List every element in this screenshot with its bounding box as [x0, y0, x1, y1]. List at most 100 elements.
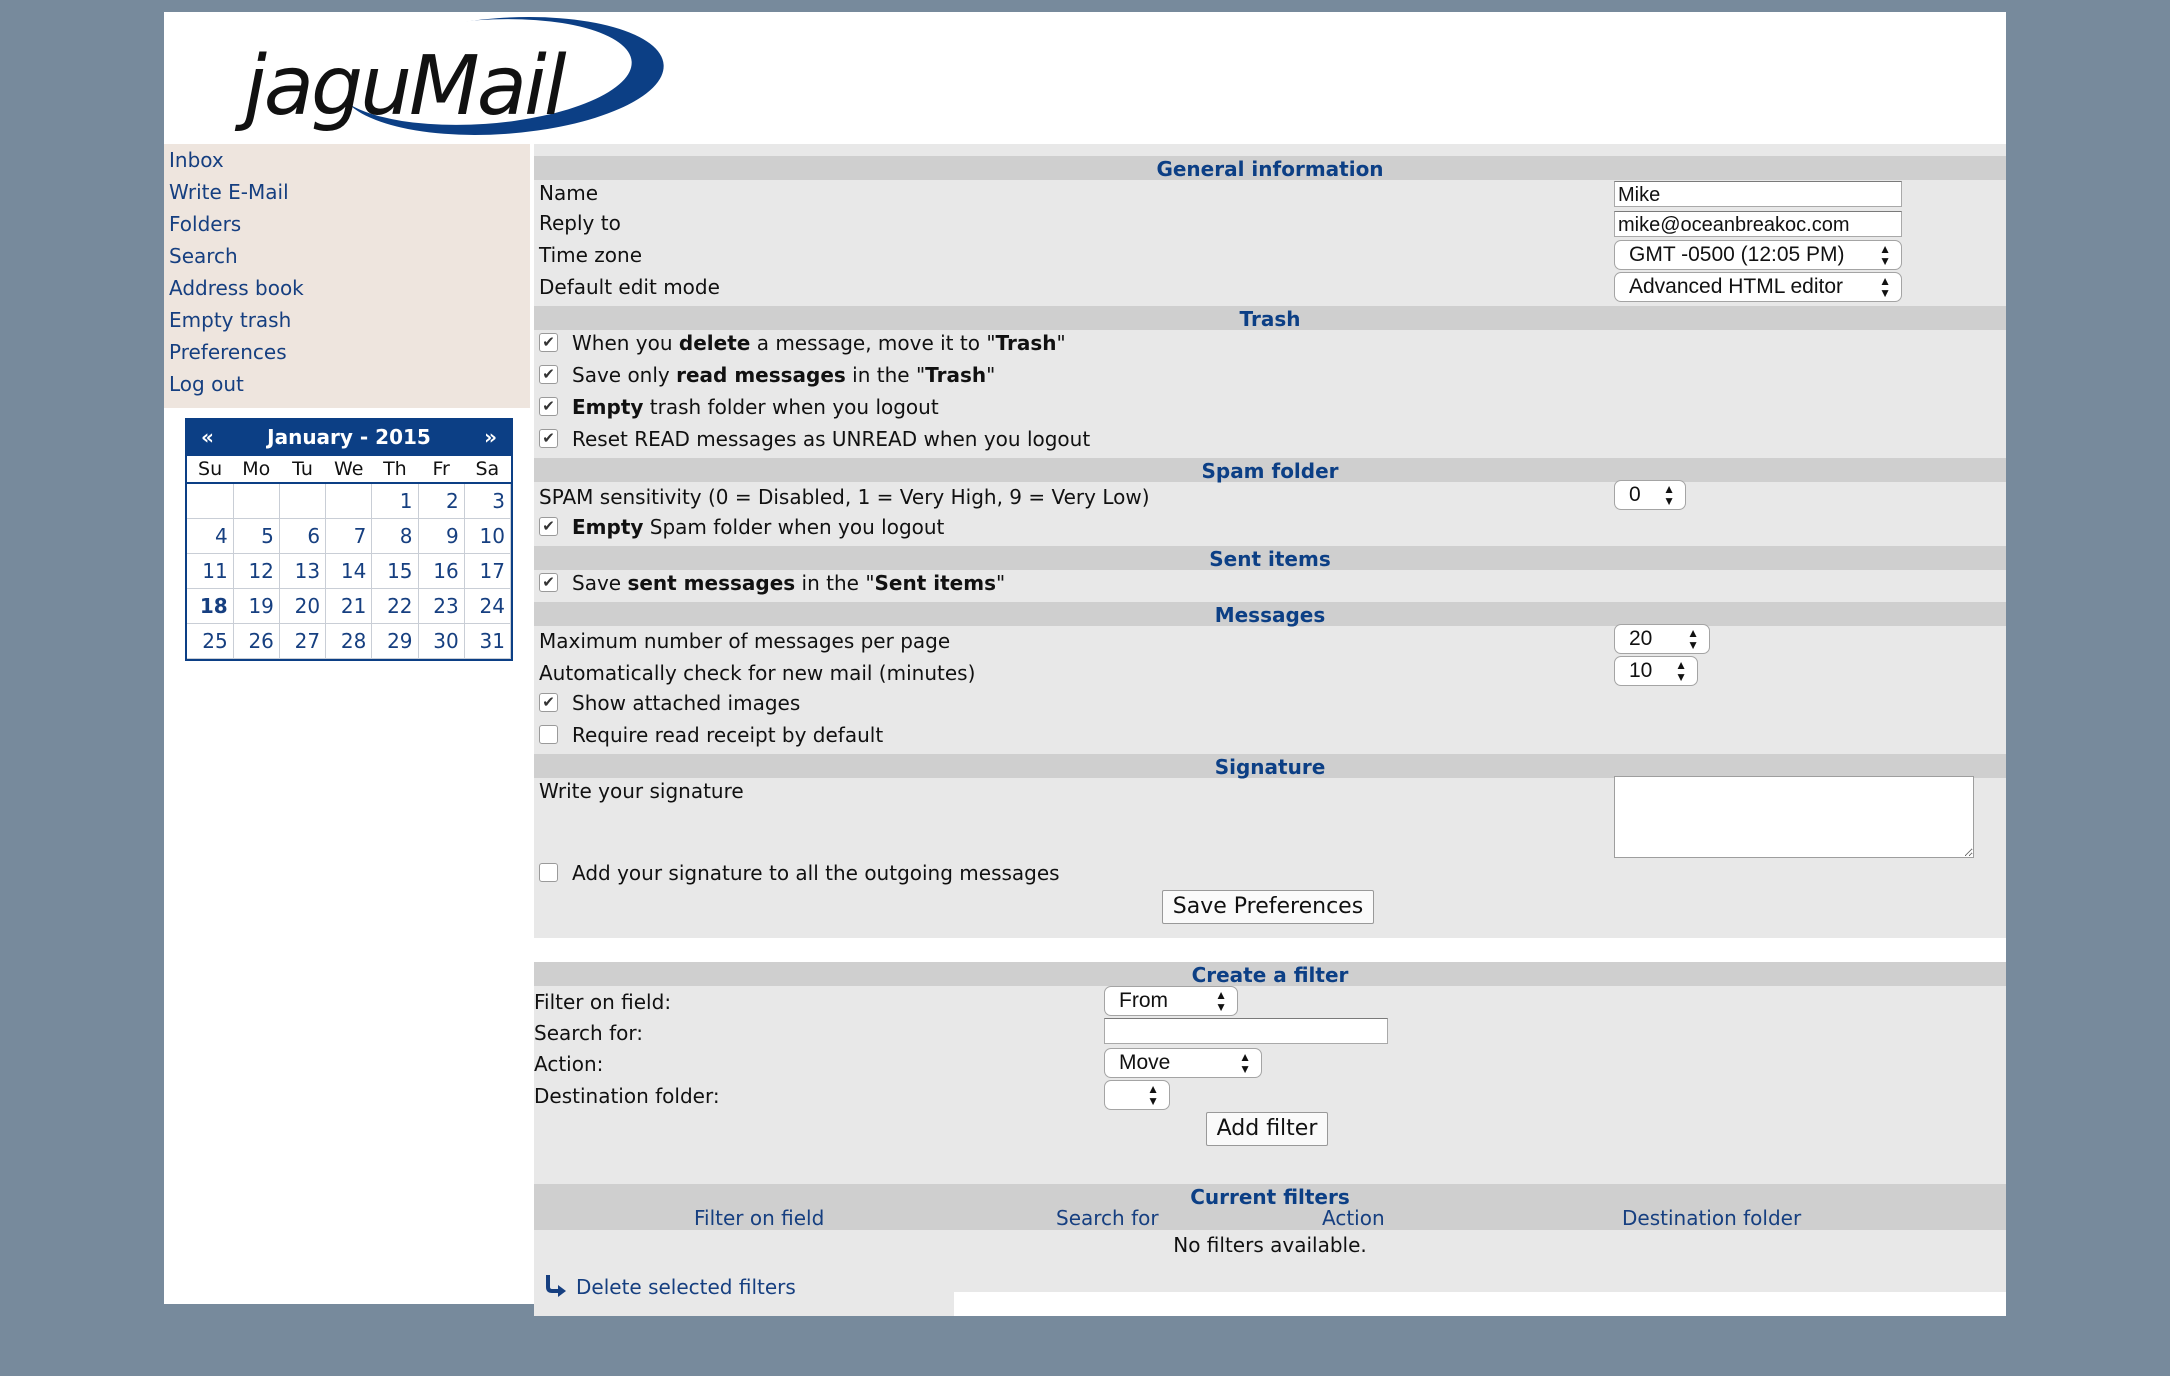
trash-read-only-checkbox[interactable]: ✔	[539, 365, 558, 384]
filter-search-label: Search for:	[534, 1021, 643, 1045]
calendar-day[interactable]: 22	[371, 588, 419, 624]
page-container: jaguMail Inbox Write E-Mail Folders Sear…	[164, 12, 2006, 1316]
signature-textarea[interactable]	[1614, 776, 1974, 858]
calendar-day[interactable]: 20	[279, 588, 327, 624]
calendar-month-title: January - 2015	[267, 425, 431, 449]
filter-search-input[interactable]	[1104, 1018, 1388, 1044]
calendar-week-row: 4 5 6 7 8 9 10	[187, 518, 512, 554]
sent-option-save: ✔ Save sent messages in the "Sent items"	[539, 568, 1005, 598]
calendar-weekday: Tu	[279, 456, 326, 484]
calendar-week-row: 11 12 13 14 15 16 17	[187, 553, 512, 589]
trash-empty-checkbox[interactable]: ✔	[539, 397, 558, 416]
calendar-weekday: Th	[371, 456, 419, 484]
calendar-day[interactable]: 12	[233, 553, 280, 589]
sidebar-item-inbox[interactable]: Inbox	[164, 144, 530, 176]
calendar-day[interactable]: 8	[371, 518, 419, 554]
add-filter-button[interactable]: Add filter	[1206, 1112, 1328, 1146]
calendar-day[interactable]: 28	[325, 623, 373, 659]
preferences-panel: General information Name Mike Reply to m…	[534, 144, 2006, 938]
calendar-day[interactable]: 2	[418, 483, 465, 519]
calendar-day[interactable]: 26	[233, 623, 280, 659]
trash-reset-checkbox[interactable]: ✔	[539, 429, 558, 448]
column-header-action[interactable]: Action	[1322, 1206, 1385, 1230]
calendar-day[interactable]: 24	[464, 588, 512, 624]
calendar-day[interactable]: 9	[418, 518, 465, 554]
select-arrows-icon: ▲ ▼	[1675, 658, 1687, 684]
spam-empty-checkbox[interactable]: ✔	[539, 517, 558, 536]
sidebar-item-log-out[interactable]: Log out	[164, 368, 530, 400]
calendar-day[interactable]: 18	[187, 588, 234, 624]
show-images-option: ✔ Show attached images	[539, 688, 800, 718]
section-header-trash: Trash	[534, 306, 2006, 331]
sidebar-item-folders[interactable]: Folders	[164, 208, 530, 240]
check-mail-select[interactable]: 10 ▲ ▼	[1614, 656, 1698, 686]
calendar-prev-month[interactable]: «	[201, 425, 214, 449]
calendar-empty-cell	[279, 483, 327, 519]
filter-field-value: From	[1119, 989, 1168, 1012]
calendar-day[interactable]: 27	[279, 623, 327, 659]
sidebar-item-search[interactable]: Search	[164, 240, 530, 272]
calendar-day[interactable]: 4	[187, 518, 234, 554]
sidebar-item-preferences[interactable]: Preferences	[164, 336, 530, 368]
save-preferences-button[interactable]: Save Preferences	[1162, 890, 1374, 924]
filter-action-select[interactable]: Move ▲ ▼	[1104, 1048, 1262, 1078]
calendar-day[interactable]: 10	[464, 518, 512, 554]
edit-mode-label: Default edit mode	[539, 275, 720, 299]
calendar-day[interactable]: 6	[279, 518, 327, 554]
calendar-day[interactable]: 15	[371, 553, 419, 589]
delete-filters-link[interactable]: Delete selected filters	[544, 1272, 796, 1302]
calendar-empty-cell	[325, 483, 373, 519]
read-receipt-checkbox[interactable]	[539, 725, 558, 744]
calendar-day[interactable]: 16	[418, 553, 465, 589]
calendar-weekday: Su	[187, 456, 234, 484]
calendar-day[interactable]: 11	[187, 553, 234, 589]
read-receipt-option: Require read receipt by default	[539, 720, 883, 750]
calendar-day[interactable]: 1	[371, 483, 419, 519]
per-page-label: Maximum number of messages per page	[539, 629, 951, 653]
calendar-day[interactable]: 3	[464, 483, 512, 519]
jagumail-logo[interactable]: jaguMail	[232, 12, 672, 142]
add-signature-checkbox[interactable]	[539, 863, 558, 882]
select-arrows-icon: ▲ ▼	[1239, 1050, 1251, 1076]
filter-field-select[interactable]: From ▲ ▼	[1104, 986, 1238, 1016]
trash-option-empty: ✔ Empty trash folder when you logout	[539, 392, 939, 422]
filter-destination-label: Destination folder:	[534, 1084, 720, 1108]
sidebar-item-write-email[interactable]: Write E-Mail	[164, 176, 530, 208]
calendar-day[interactable]: 25	[187, 623, 234, 659]
calendar-day[interactable]: 29	[371, 623, 419, 659]
name-field[interactable]: Mike	[1614, 181, 1902, 207]
calendar-day[interactable]: 23	[418, 588, 465, 624]
calendar-day[interactable]: 13	[279, 553, 327, 589]
calendar-day[interactable]: 19	[233, 588, 280, 624]
calendar-day[interactable]: 31	[464, 623, 512, 659]
calendar-empty-cell	[187, 483, 234, 519]
calendar-day[interactable]: 30	[418, 623, 465, 659]
calendar-day[interactable]: 7	[325, 518, 373, 554]
sent-save-checkbox[interactable]: ✔	[539, 573, 558, 592]
per-page-select[interactable]: 20 ▲ ▼	[1614, 624, 1710, 654]
time-zone-select[interactable]: GMT -0500 (12:05 PM) ▲ ▼	[1614, 240, 1902, 270]
calendar-day[interactable]: 21	[325, 588, 373, 624]
calendar-day[interactable]: 14	[325, 553, 373, 589]
show-images-checkbox[interactable]: ✔	[539, 693, 558, 712]
select-arrows-icon: ▲ ▼	[1879, 274, 1891, 300]
spam-sensitivity-select[interactable]: 0 ▲ ▼	[1614, 480, 1686, 510]
trash-move-checkbox[interactable]: ✔	[539, 333, 558, 352]
column-header-filter-field[interactable]: Filter on field	[694, 1206, 824, 1230]
time-zone-label: Time zone	[539, 243, 643, 267]
calendar-day[interactable]: 17	[464, 553, 512, 589]
calendar-day[interactable]: 5	[233, 518, 280, 554]
select-arrows-icon: ▲ ▼	[1663, 482, 1675, 508]
filter-destination-select[interactable]: ▲ ▼	[1104, 1080, 1170, 1110]
select-arrows-icon: ▲ ▼	[1879, 242, 1891, 268]
sidebar-item-empty-trash[interactable]: Empty trash	[164, 304, 530, 336]
reply-to-field[interactable]: mike@oceanbreakoc.com	[1614, 211, 1902, 237]
edit-mode-select[interactable]: Advanced HTML editor ▲ ▼	[1614, 272, 1902, 302]
footer-gap	[954, 1292, 2006, 1316]
select-arrows-icon: ▲ ▼	[1687, 626, 1699, 652]
select-arrows-icon: ▲ ▼	[1147, 1082, 1159, 1108]
sidebar-item-address-book[interactable]: Address book	[164, 272, 530, 304]
calendar-next-month[interactable]: »	[484, 425, 497, 449]
column-header-destination-folder[interactable]: Destination folder	[1622, 1206, 1801, 1230]
column-header-search-for[interactable]: Search for	[1056, 1206, 1159, 1230]
